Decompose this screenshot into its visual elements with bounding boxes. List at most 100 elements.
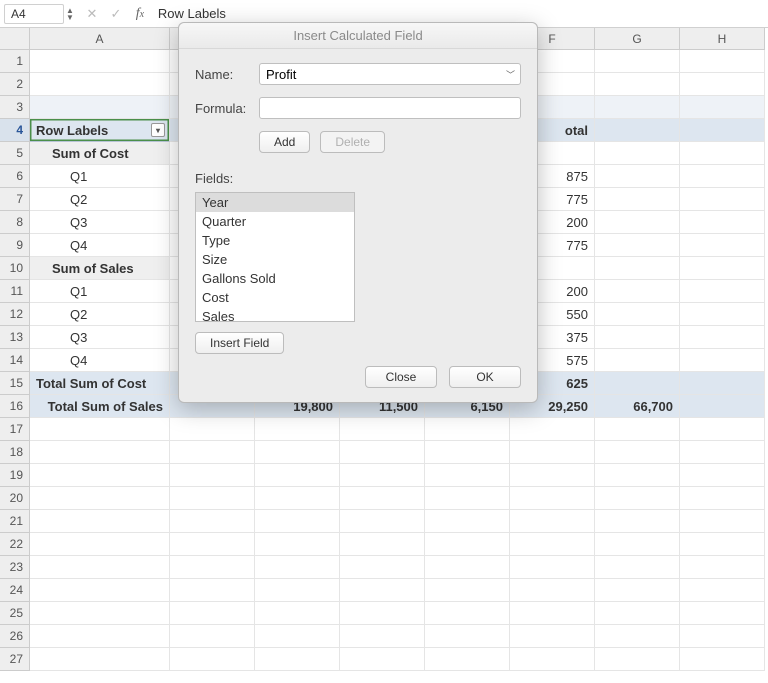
cell-G26[interactable] <box>595 625 680 648</box>
cell-A18[interactable] <box>30 441 170 464</box>
cancel-icon[interactable]: ✕ <box>84 6 100 22</box>
insert-field-button[interactable]: Insert Field <box>195 332 284 354</box>
cell-H3[interactable] <box>680 96 765 119</box>
cell-F17[interactable] <box>510 418 595 441</box>
cell-D24[interactable] <box>340 579 425 602</box>
cell-H23[interactable] <box>680 556 765 579</box>
cell-F21[interactable] <box>510 510 595 533</box>
field-item[interactable]: Sales <box>196 307 354 322</box>
cell-H25[interactable] <box>680 602 765 625</box>
name-input[interactable] <box>259 63 521 85</box>
cell-G16[interactable]: 66,700 <box>595 395 680 418</box>
cell-H14[interactable] <box>680 349 765 372</box>
cell-B21[interactable] <box>170 510 255 533</box>
cell-H18[interactable] <box>680 441 765 464</box>
cell-D26[interactable] <box>340 625 425 648</box>
cell-F18[interactable] <box>510 441 595 464</box>
cell-A6[interactable]: Q1 <box>30 165 170 188</box>
cell-F26[interactable] <box>510 625 595 648</box>
cell-A7[interactable]: Q2 <box>30 188 170 211</box>
cell-G22[interactable] <box>595 533 680 556</box>
cell-H27[interactable] <box>680 648 765 671</box>
cell-C25[interactable] <box>255 602 340 625</box>
cell-A4[interactable]: Row Labels▾ <box>30 119 170 142</box>
close-button[interactable]: Close <box>365 366 437 388</box>
row-header-23[interactable]: 23 <box>0 556 30 579</box>
cell-A19[interactable] <box>30 464 170 487</box>
cell-G18[interactable] <box>595 441 680 464</box>
cell-G13[interactable] <box>595 326 680 349</box>
cell-G15[interactable] <box>595 372 680 395</box>
cell-H9[interactable] <box>680 234 765 257</box>
cell-F25[interactable] <box>510 602 595 625</box>
cell-B27[interactable] <box>170 648 255 671</box>
cell-C18[interactable] <box>255 441 340 464</box>
row-header-25[interactable]: 25 <box>0 602 30 625</box>
cell-H8[interactable] <box>680 211 765 234</box>
cell-C21[interactable] <box>255 510 340 533</box>
cell-A15[interactable]: Total Sum of Cost <box>30 372 170 395</box>
cell-E21[interactable] <box>425 510 510 533</box>
cell-F20[interactable] <box>510 487 595 510</box>
cell-E27[interactable] <box>425 648 510 671</box>
cell-G12[interactable] <box>595 303 680 326</box>
cell-H26[interactable] <box>680 625 765 648</box>
cell-A22[interactable] <box>30 533 170 556</box>
row-header-11[interactable]: 11 <box>0 280 30 303</box>
col-header-H[interactable]: H <box>680 28 765 50</box>
cell-E25[interactable] <box>425 602 510 625</box>
cell-D21[interactable] <box>340 510 425 533</box>
cell-D18[interactable] <box>340 441 425 464</box>
cell-B18[interactable] <box>170 441 255 464</box>
cell-D25[interactable] <box>340 602 425 625</box>
row-header-10[interactable]: 10 <box>0 257 30 280</box>
add-button[interactable]: Add <box>259 131 310 153</box>
cell-G5[interactable] <box>595 142 680 165</box>
cell-G3[interactable] <box>595 96 680 119</box>
cell-H22[interactable] <box>680 533 765 556</box>
cell-H20[interactable] <box>680 487 765 510</box>
cell-G6[interactable] <box>595 165 680 188</box>
cell-D27[interactable] <box>340 648 425 671</box>
ok-button[interactable]: OK <box>449 366 521 388</box>
cell-H19[interactable] <box>680 464 765 487</box>
col-header-G[interactable]: G <box>595 28 680 50</box>
cell-C22[interactable] <box>255 533 340 556</box>
field-item[interactable]: Gallons Sold <box>196 269 354 288</box>
cell-A13[interactable]: Q3 <box>30 326 170 349</box>
cell-H21[interactable] <box>680 510 765 533</box>
row-header-14[interactable]: 14 <box>0 349 30 372</box>
row-header-4[interactable]: 4 <box>0 119 30 142</box>
cell-H5[interactable] <box>680 142 765 165</box>
cell-B26[interactable] <box>170 625 255 648</box>
cell-A3[interactable] <box>30 96 170 119</box>
cell-G27[interactable] <box>595 648 680 671</box>
row-header-9[interactable]: 9 <box>0 234 30 257</box>
select-all-corner[interactable] <box>0 28 30 50</box>
cell-C27[interactable] <box>255 648 340 671</box>
cell-C20[interactable] <box>255 487 340 510</box>
row-header-6[interactable]: 6 <box>0 165 30 188</box>
cell-A11[interactable]: Q1 <box>30 280 170 303</box>
cell-A5[interactable]: Sum of Cost <box>30 142 170 165</box>
confirm-icon[interactable]: ✓ <box>108 6 124 22</box>
cell-F24[interactable] <box>510 579 595 602</box>
cell-B17[interactable] <box>170 418 255 441</box>
row-header-12[interactable]: 12 <box>0 303 30 326</box>
cell-D20[interactable] <box>340 487 425 510</box>
cell-G19[interactable] <box>595 464 680 487</box>
row-header-5[interactable]: 5 <box>0 142 30 165</box>
row-header-7[interactable]: 7 <box>0 188 30 211</box>
cell-B22[interactable] <box>170 533 255 556</box>
cell-E20[interactable] <box>425 487 510 510</box>
cell-H4[interactable] <box>680 119 765 142</box>
cell-A14[interactable]: Q4 <box>30 349 170 372</box>
cell-H11[interactable] <box>680 280 765 303</box>
cell-B20[interactable] <box>170 487 255 510</box>
cell-H7[interactable] <box>680 188 765 211</box>
cell-A27[interactable] <box>30 648 170 671</box>
field-item[interactable]: Year <box>196 193 354 212</box>
cell-H15[interactable] <box>680 372 765 395</box>
name-box-stepper[interactable]: ▲ ▼ <box>66 7 74 21</box>
cell-A24[interactable] <box>30 579 170 602</box>
